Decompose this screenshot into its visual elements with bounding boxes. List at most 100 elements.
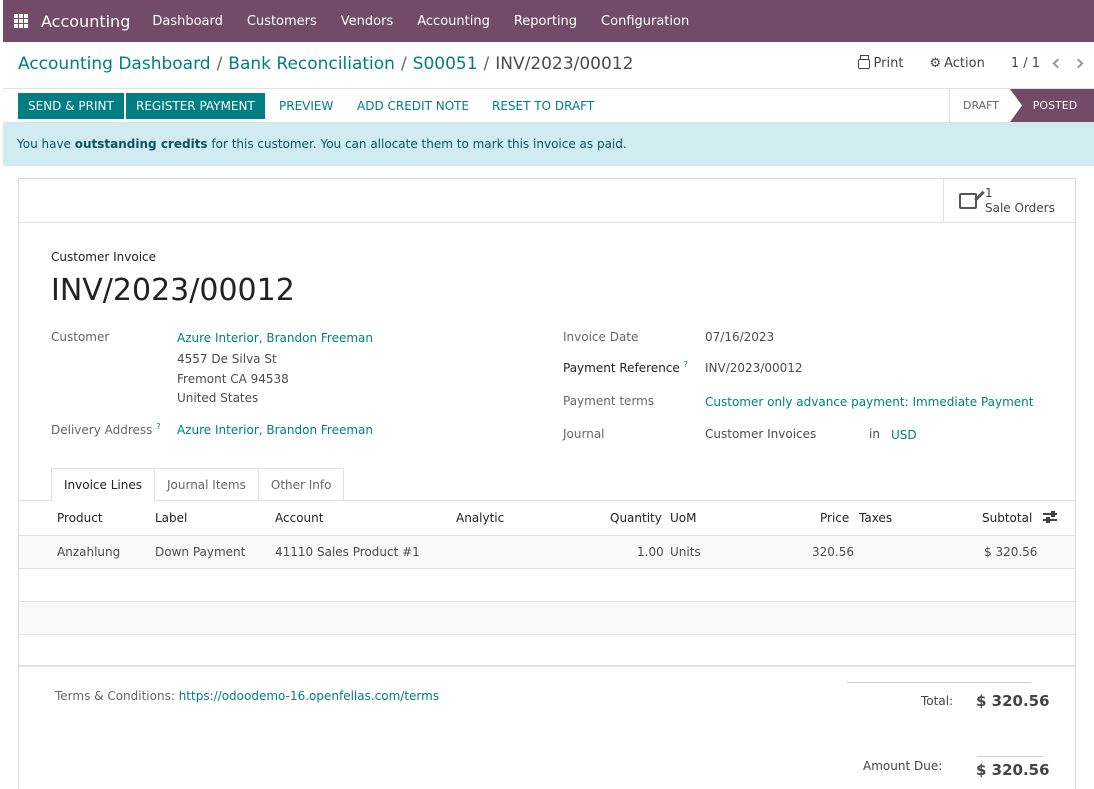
control-panel: Accounting Dashboard / Bank Reconciliation… [3,42,1094,88]
customer-address-line1: 4557 De Silva St [177,352,277,366]
chevron-left-icon[interactable] [1052,58,1063,69]
gear-icon: ⚙ [929,56,942,71]
col-taxes[interactable]: Taxes [859,511,892,525]
action-button[interactable]: ⚙ Action [929,56,984,71]
total-label: Total: [921,694,954,708]
col-product[interactable]: Product [57,511,103,525]
breadcrumb-accounting-dashboard[interactable]: Accounting Dashboard [18,54,211,74]
invoice-number-title: INV/2023/00012 [51,273,295,308]
stage-draft[interactable]: DRAFT [949,89,1012,122]
table-row[interactable]: Anzahlung Down Payment 41110 Sales Produ… [19,536,1075,569]
totals-divider [847,682,1031,683]
print-label: Print [873,56,904,71]
breadcrumb-sale-order[interactable]: S00051 [413,54,478,74]
delivery-address-link[interactable]: Azure Interior, Brandon Freeman [177,423,373,437]
tab-other-info[interactable]: Other Info [257,468,345,501]
status-bar: SEND & PRINT REGISTER PAYMENT PREVIEW AD… [3,88,1094,123]
register-payment-button[interactable]: REGISTER PAYMENT [126,93,265,119]
reset-to-draft-button[interactable]: RESET TO DRAFT [492,93,594,119]
invoice-lines-header: Product Label Account Analytic Quantity … [19,501,1075,536]
app-name[interactable]: Accounting [41,12,130,31]
payment-reference-label: Payment Reference ? [563,360,688,375]
alert-prefix: You have [17,137,75,151]
payment-terms-label: Payment terms [563,394,655,408]
pager-value[interactable]: 1 / 1 [1011,56,1040,71]
cell-price: 320.56 [812,545,854,559]
col-account[interactable]: Account [275,511,323,525]
cell-uom: Units [670,545,701,559]
menu-accounting[interactable]: Accounting [417,14,490,29]
col-subtotal[interactable]: Subtotal [982,511,1032,525]
amount-due-label: Amount Due: [863,759,943,773]
tab-journal-items[interactable]: Journal Items [153,468,259,501]
in-label: in [869,427,880,441]
chevron-right-icon[interactable] [1073,58,1084,69]
menu-vendors[interactable]: Vendors [341,14,393,29]
invoice-date-label: Invoice Date [563,330,639,344]
breadcrumb-separator: / [483,54,490,74]
help-icon[interactable]: ? [684,360,688,369]
cell-subtotal: $ 320.56 [984,545,1038,559]
currency-link[interactable]: USD [891,428,917,442]
breadcrumb: Accounting Dashboard / Bank Reconciliation… [18,54,633,74]
footer-divider [19,665,1075,666]
apps-menu-icon[interactable] [14,14,28,28]
customer-label: Customer [51,330,110,344]
cell-account: 41110 Sales Product #1 [275,545,420,559]
table-row-empty [19,569,1075,602]
col-uom[interactable]: UoM [670,511,696,525]
print-button[interactable]: Print [857,54,904,71]
delivery-address-label: Delivery Address ? [51,422,161,437]
customer-link[interactable]: Azure Interior, Brandon Freeman [177,331,373,345]
preview-button[interactable]: PREVIEW [279,93,333,119]
customer-address-line2: Fremont CA 94538 [177,372,289,386]
breadcrumb-separator: / [216,54,223,74]
journal-value[interactable]: Customer Invoices [705,427,816,441]
menu-reporting[interactable]: Reporting [514,14,577,29]
terms-link[interactable]: https://odoodemo-16.openfellas.com/terms [179,689,439,703]
help-icon[interactable]: ? [156,422,160,431]
tab-invoice-lines[interactable]: Invoice Lines [51,468,155,501]
amount-due-divider [977,756,1043,757]
cell-quantity: 1.00 [637,545,664,559]
print-icon [857,54,870,69]
sale-orders-smart-button[interactable]: 1 Sale Orders [943,179,1075,222]
terms-conditions: Terms & Conditions: https://odoodemo-16.… [55,689,439,703]
breadcrumb-current: INV/2023/00012 [495,54,634,74]
cell-label: Down Payment [155,545,246,559]
journal-label: Journal [563,427,605,441]
document-type-label: Customer Invoice [51,250,157,264]
alert-suffix: for this customer. You can allocate them… [207,137,627,151]
table-row-empty [19,634,1075,667]
payment-reference-value[interactable]: INV/2023/00012 [705,361,803,375]
breadcrumb-separator: / [400,54,407,74]
total-value: $ 320.56 [976,692,1050,710]
menu-configuration[interactable]: Configuration [601,14,689,29]
form-sheet: 1 Sale Orders Customer Invoice INV/2023/… [18,178,1076,789]
terms-label: Terms & Conditions: [55,689,179,703]
top-navbar: Accounting Dashboard Customers Vendors A… [3,0,1094,42]
invoice-date-value[interactable]: 07/16/2023 [705,330,774,344]
action-label: Action [944,56,985,71]
col-analytic[interactable]: Analytic [456,511,504,525]
menu-dashboard[interactable]: Dashboard [152,14,223,29]
cell-product: Anzahlung [57,545,121,559]
breadcrumb-bank-reconciliation[interactable]: Bank Reconciliation [228,54,395,74]
add-credit-note-button[interactable]: ADD CREDIT NOTE [357,93,469,119]
col-label[interactable]: Label [155,511,187,525]
notebook-tabs: Invoice Lines Journal Items Other Info [51,468,345,501]
amount-due-value: $ 320.56 [976,761,1050,779]
menu-customers[interactable]: Customers [247,14,317,29]
payment-terms-link[interactable]: Customer only advance payment: Immediate… [705,395,1033,409]
sale-orders-count: 1 [985,185,993,200]
send-print-button[interactable]: SEND & PRINT [18,93,124,119]
customer-address-line3: United States [177,391,259,405]
stage-posted: POSTED [1010,89,1094,122]
col-price[interactable]: Price [820,511,849,525]
alert-outstanding-credits: outstanding credits [74,137,208,151]
optional-columns-icon[interactable] [1043,510,1057,524]
sale-orders-label: Sale Orders [985,200,1055,215]
button-box: 1 Sale Orders [19,179,1075,223]
col-quantity[interactable]: Quantity [610,511,662,525]
table-row-empty [19,602,1075,635]
